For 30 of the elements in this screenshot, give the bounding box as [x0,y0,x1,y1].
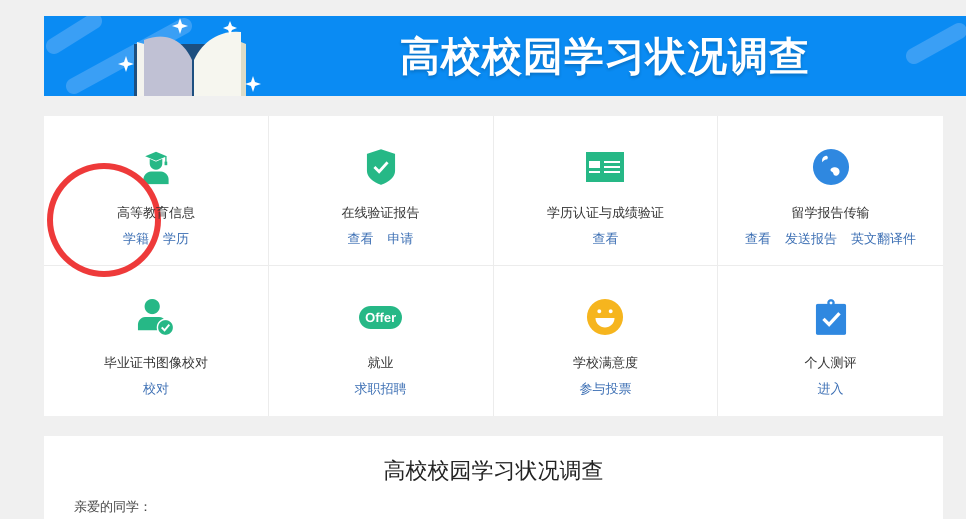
id-card-icon [586,152,624,182]
user-check-icon [136,298,175,336]
service-title: 毕业证书图像校对 [104,355,208,372]
service-title: 学历认证与成绩验证 [546,205,664,222]
service-link[interactable]: 进入 [818,380,844,398]
service-link[interactable]: 英文翻译件 [851,230,916,248]
service-link[interactable]: 查看 [745,230,772,248]
clipboard-check-icon [814,298,847,336]
shield-check-icon [366,148,396,186]
service-title: 就业 [368,355,394,372]
service-link[interactable]: 查看 [592,230,618,248]
globe-icon [812,148,850,186]
service-link[interactable]: 求职招聘 [354,380,407,398]
service-title: 学校满意度 [572,355,638,372]
banner-title: 高校校园学习状况调查 [400,32,810,82]
service-link[interactable]: 查看 [348,230,374,248]
service-link[interactable]: 参与投票 [579,380,632,398]
service-link[interactable]: 学历 [162,230,189,248]
service-title: 在线验证报告 [342,205,420,222]
service-link[interactable]: 校对 [142,380,169,398]
offer-badge: Offer [359,306,402,328]
service-link[interactable]: 申请 [388,230,414,248]
survey-title: 高校校园学习状况调查 [382,458,604,486]
service-title: 个人测评 [804,355,857,372]
service-link[interactable]: 发送报告 [785,230,838,248]
smiley-icon [586,298,624,336]
stripe-drawing [906,23,966,64]
service-link[interactable]: 学籍 [122,230,149,248]
service-title: 留学报告传输 [792,205,870,222]
greeting-text: 亲爱的同学： [74,499,153,516]
